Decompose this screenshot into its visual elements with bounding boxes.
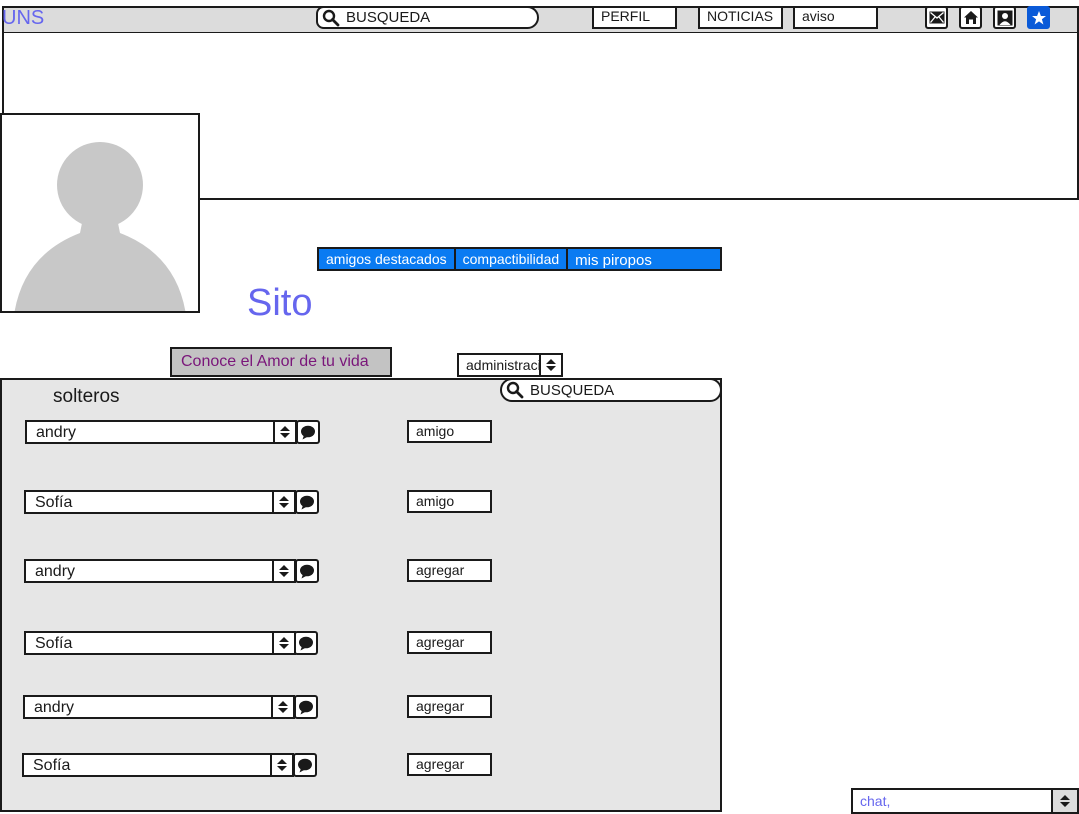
tab-compactibilidad[interactable]: compactibilidad xyxy=(456,249,569,269)
single-select[interactable]: Sofía xyxy=(24,631,296,655)
chat-value: chat, xyxy=(860,793,891,809)
single-action-button[interactable]: agregar xyxy=(407,559,492,582)
nav-aviso-button[interactable]: aviso xyxy=(793,6,878,29)
single-name: andry xyxy=(34,699,75,716)
admin-select-value: administración xyxy=(466,357,539,373)
updown-arrow-icon[interactable] xyxy=(273,422,295,442)
single-select[interactable]: andry xyxy=(23,695,295,719)
single-action-button[interactable]: agregar xyxy=(407,631,492,654)
updown-arrow-icon[interactable] xyxy=(270,755,292,775)
search-placeholder: BUSQUEDA xyxy=(346,9,431,26)
updown-arrow-icon[interactable] xyxy=(1051,790,1077,812)
tab-amigos-destacados[interactable]: amigos destacados xyxy=(319,249,456,269)
conoce-amor-button[interactable]: Conoce el Amor de tu vida xyxy=(170,347,392,377)
search-placeholder: BUSQUEDA xyxy=(530,381,615,399)
top-bar xyxy=(2,6,1079,34)
chat-bubble-icon[interactable] xyxy=(294,631,318,655)
updown-arrow-icon[interactable] xyxy=(271,697,293,717)
single-name: andry xyxy=(35,563,76,580)
user-icon[interactable] xyxy=(993,6,1016,29)
home-icon[interactable] xyxy=(959,6,982,29)
chat-bubble-icon[interactable] xyxy=(295,490,319,514)
single-select[interactable]: Sofía xyxy=(24,490,296,514)
singles-search-input[interactable]: BUSQUEDA xyxy=(500,378,722,402)
single-select[interactable]: andry xyxy=(25,420,297,444)
single-name: andry xyxy=(36,424,77,441)
single-action-button[interactable]: amigo xyxy=(407,420,492,443)
chat-bubble-icon[interactable] xyxy=(293,753,317,777)
brand-logo[interactable]: UNS xyxy=(2,7,44,29)
nav-noticias-button[interactable]: NOTICIAS xyxy=(698,6,783,29)
chat-bubble-icon[interactable] xyxy=(294,695,318,719)
updown-arrow-icon[interactable] xyxy=(539,355,561,375)
mail-icon[interactable] xyxy=(925,6,948,29)
chat-bubble-icon[interactable] xyxy=(296,420,320,444)
tab-mis-piropos[interactable]: mis piropos xyxy=(568,249,659,269)
single-name: Sofía xyxy=(35,635,73,652)
single-name: Sofía xyxy=(33,757,71,774)
avatar[interactable] xyxy=(0,113,200,313)
updown-arrow-icon[interactable] xyxy=(272,492,294,512)
single-name: Sofía xyxy=(35,494,73,511)
single-select[interactable]: andry xyxy=(24,559,296,583)
profile-tabs: amigos destacados compactibilidad mis pi… xyxy=(317,247,722,271)
singles-title: solteros xyxy=(53,386,120,407)
single-action-button[interactable]: agregar xyxy=(407,695,492,718)
updown-arrow-icon[interactable] xyxy=(272,561,294,581)
search-icon xyxy=(504,380,526,400)
chat-bubble-icon[interactable] xyxy=(295,559,319,583)
admin-select[interactable]: administración xyxy=(457,353,563,377)
star-icon[interactable] xyxy=(1027,6,1050,29)
single-action-button[interactable]: agregar xyxy=(407,753,492,776)
avatar-placeholder-icon xyxy=(14,142,186,311)
updown-arrow-icon[interactable] xyxy=(272,633,294,653)
single-select[interactable]: Sofía xyxy=(22,753,294,777)
single-action-button[interactable]: amigo xyxy=(407,490,492,513)
profile-name: Sito xyxy=(247,282,313,324)
chat-select[interactable]: chat, xyxy=(851,788,1079,814)
search-icon xyxy=(320,8,342,28)
top-search-input[interactable]: BUSQUEDA xyxy=(316,6,539,29)
nav-perfil-button[interactable]: PERFIL xyxy=(592,6,677,29)
